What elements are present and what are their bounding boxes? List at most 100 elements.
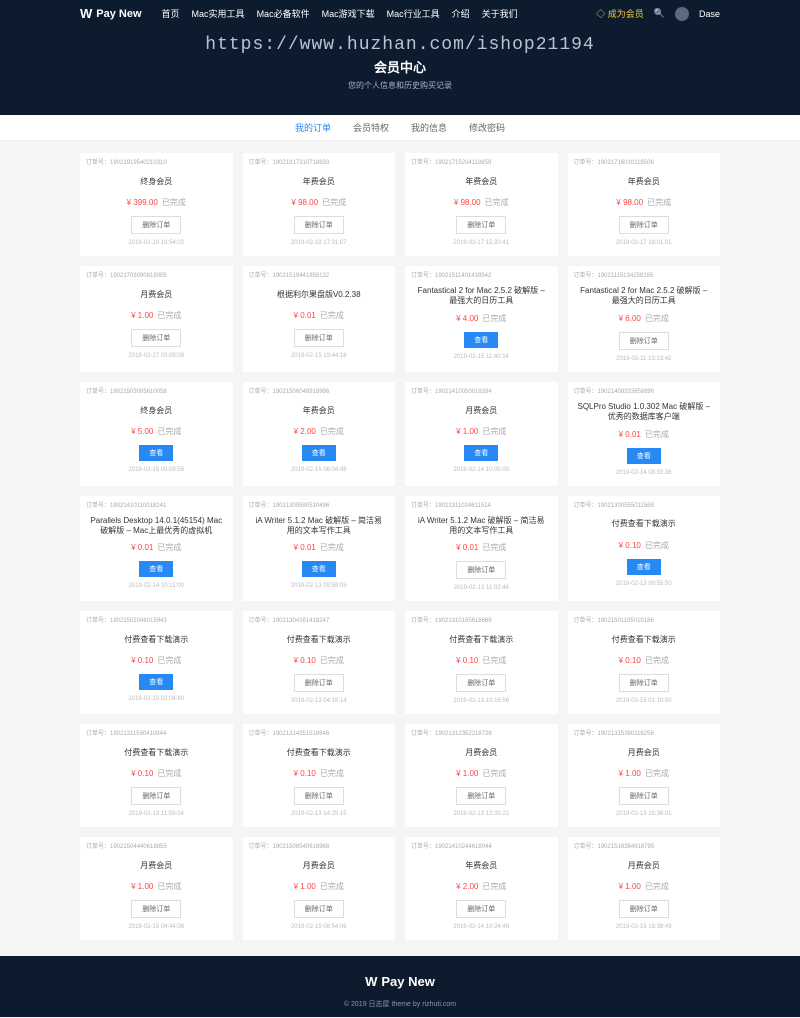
order-number: 订单号：19021304161418247 xyxy=(249,615,330,624)
user-name[interactable]: Dase xyxy=(699,9,720,19)
order-number: 订单号：19021715204118858 xyxy=(411,157,491,166)
order-card: 订单号：19021115134258195Fantastical 2 for M… xyxy=(568,266,721,372)
nav-industry[interactable]: Mac行业工具 xyxy=(387,7,440,20)
order-status: 已完成 xyxy=(157,427,181,436)
view-button[interactable]: 查看 xyxy=(464,445,498,461)
view-button[interactable]: 查看 xyxy=(139,674,173,690)
nav-tools[interactable]: Mac实用工具 xyxy=(192,7,245,20)
order-date: 2019-02-13 10:16:56 xyxy=(411,698,552,704)
order-title: 月费会员 xyxy=(249,857,390,875)
delete-button[interactable]: 删除订单 xyxy=(131,787,181,805)
delete-button[interactable]: 删除订单 xyxy=(456,216,506,234)
delete-button[interactable]: 删除订单 xyxy=(456,561,506,579)
order-status: 已完成 xyxy=(482,769,506,778)
view-button[interactable]: 查看 xyxy=(139,561,173,577)
order-status: 已完成 xyxy=(320,311,344,320)
search-icon[interactable]: 🔍 xyxy=(654,8,665,19)
order-title: iA Writer 5.1.2 Mac 破解版 – 简洁易用的文本写作工具 xyxy=(411,516,552,537)
order-price: ¥ 0.10 xyxy=(294,656,316,665)
tab-info[interactable]: 我的信息 xyxy=(411,121,447,134)
order-number: 订单号：19021519441858132 xyxy=(249,270,330,279)
order-status: 已完成 xyxy=(482,427,506,436)
order-status: 已完成 xyxy=(485,198,509,207)
delete-button[interactable]: 删除订单 xyxy=(456,900,506,918)
order-status: 已完成 xyxy=(320,769,344,778)
order-date: 2019-02-15 06:04:48 xyxy=(249,467,390,473)
order-price: ¥ 1.00 xyxy=(131,882,153,891)
copyright: © 2019 日志屋 theme by rizhuti.com xyxy=(0,999,800,1009)
page-title: 会员中心 xyxy=(0,57,800,76)
tab-password[interactable]: 修改密码 xyxy=(469,121,505,134)
order-date: 2019-02-15 19:44:18 xyxy=(249,353,390,359)
avatar[interactable] xyxy=(675,7,689,21)
view-button[interactable]: 查看 xyxy=(139,445,173,461)
nav-intro[interactable]: 介绍 xyxy=(452,7,470,20)
order-card: 订单号：19021410110018241Parallels Desktop 1… xyxy=(80,496,233,602)
order-price: ¥ 98.00 xyxy=(616,198,643,207)
order-price: ¥ 1.00 xyxy=(456,427,478,436)
delete-button[interactable]: 删除订单 xyxy=(619,787,669,805)
delete-button[interactable]: 删除订单 xyxy=(456,787,506,805)
delete-button[interactable]: 删除订单 xyxy=(619,332,669,350)
delete-button[interactable]: 删除订单 xyxy=(294,900,344,918)
delete-button[interactable]: 删除订单 xyxy=(619,900,669,918)
page-subtitle: 您的个人信息和历史购买记录 xyxy=(0,80,800,91)
nav-games[interactable]: Mac游戏下载 xyxy=(322,7,375,20)
delete-button[interactable]: 删除订单 xyxy=(619,216,669,234)
order-card: 订单号：19021311590410944付费查看下载演示¥ 0.10已完成删除… xyxy=(80,724,233,827)
logo[interactable]: W Pay New xyxy=(80,6,142,21)
order-number: 订单号：19021309590510496 xyxy=(249,500,330,509)
view-button[interactable]: 查看 xyxy=(627,559,661,575)
order-date: 2019-02-15 01:10:50 xyxy=(574,698,715,704)
order-date: 2019-02-13 11:59:04 xyxy=(86,811,227,817)
order-card: 订单号：19021502046015943付费查看下载演示¥ 0.10已完成查看… xyxy=(80,611,233,714)
delete-button[interactable]: 删除订单 xyxy=(294,787,344,805)
tab-orders[interactable]: 我的订单 xyxy=(295,121,331,134)
order-price: ¥ 0.01 xyxy=(619,430,641,439)
delete-button[interactable]: 删除订单 xyxy=(131,329,181,347)
order-title: SQLPro Studio 1.0.302 Mac 破解版 – 优秀的数据库客户… xyxy=(574,402,715,423)
order-card: 订单号：19021519441858132根据利尔果盘版V0.2.38¥ 0.0… xyxy=(243,266,396,372)
nav-home[interactable]: 首页 xyxy=(162,7,180,20)
order-status: 已完成 xyxy=(157,543,181,552)
order-card: 订单号：19021311024611514 iA Writer 5.1.2 Mac… xyxy=(405,496,558,602)
delete-button[interactable]: 删除订单 xyxy=(294,329,344,347)
order-card: 订单号：19021410050018284月费会员¥ 1.00已完成查看2019… xyxy=(405,382,558,486)
order-date: 2019-02-14 10:11:00 xyxy=(86,583,227,589)
order-date: 2019-02-19 17:31:07 xyxy=(249,240,390,246)
delete-button[interactable]: 删除订单 xyxy=(294,674,344,692)
order-price: ¥ 1.00 xyxy=(294,882,316,891)
delete-button[interactable]: 删除订单 xyxy=(131,900,181,918)
order-number: 订单号：19021311024611514 xyxy=(411,500,491,509)
vip-link[interactable]: ◇ 成为会员 xyxy=(596,7,644,20)
order-status: 已完成 xyxy=(645,430,669,439)
order-date: 2019-02-15 16:38:49 xyxy=(574,924,715,930)
order-status: 已完成 xyxy=(645,882,669,891)
order-card: 订单号：19021504440618855月费会员¥ 1.00已完成删除订单20… xyxy=(80,837,233,940)
logo-icon: W xyxy=(80,6,92,21)
order-title: iA Writer 5.1.2 Mac 破解版 – 简洁易用的文本写作工具 xyxy=(249,516,390,537)
nav-software[interactable]: Mac必备软件 xyxy=(257,7,310,20)
delete-button[interactable]: 删除订单 xyxy=(619,674,669,692)
view-button[interactable]: 查看 xyxy=(464,332,498,348)
order-number: 订单号：19021703090818005 xyxy=(86,270,167,279)
order-card: 订单号：19021410244618044年费会员¥ 2.00已完成删除订单20… xyxy=(405,837,558,940)
order-status: 已完成 xyxy=(645,541,669,550)
order-card: 订单号：19021917310718833年费会员¥ 98.00已完成删除订单2… xyxy=(243,153,396,256)
order-card: 订单号：19021703090818005月费会员¥ 1.00已完成删除订单20… xyxy=(80,266,233,372)
order-number: 订单号：19021516384918795 xyxy=(574,841,655,850)
order-status: 已完成 xyxy=(482,314,506,323)
view-button[interactable]: 查看 xyxy=(627,448,661,464)
delete-button[interactable]: 删除订单 xyxy=(456,674,506,692)
hero: https://www.huzhan.com/ishop21194 会员中心 您… xyxy=(0,27,800,115)
delete-button[interactable]: 删除订单 xyxy=(294,216,344,234)
view-button[interactable]: 查看 xyxy=(302,445,336,461)
delete-button[interactable]: 删除订单 xyxy=(131,216,181,234)
order-date: 2019-02-13 09:59:05 xyxy=(249,583,390,589)
view-button[interactable]: 查看 xyxy=(302,561,336,577)
order-card: 订单号：19021312352218728月费会员¥ 1.00已完成删除订单20… xyxy=(405,724,558,827)
tab-vip[interactable]: 会员特权 xyxy=(353,121,389,134)
order-date: 2019-02-17 15:20:41 xyxy=(411,240,552,246)
nav-about[interactable]: 关于我们 xyxy=(482,7,518,20)
order-date: 2019-02-15 02:04:60 xyxy=(86,696,227,702)
